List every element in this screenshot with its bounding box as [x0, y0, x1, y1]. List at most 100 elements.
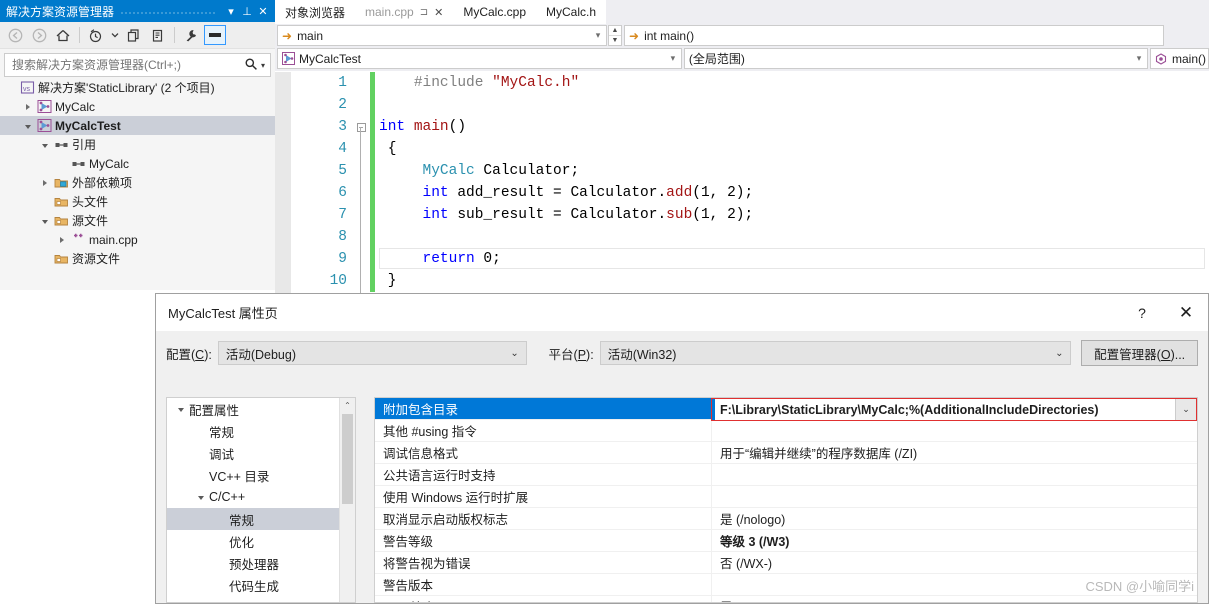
chevron-down-icon-project[interactable]: ▾	[667, 53, 679, 64]
property-value[interactable]: 用于“编辑并继续”的程序数据库 (/ZI)	[712, 443, 1197, 462]
fold-toggle[interactable]: −	[355, 116, 367, 138]
code-line[interactable]	[379, 226, 1209, 248]
spinner-down-icon[interactable]: ▼	[609, 36, 621, 45]
search-dropdown-icon[interactable]: ▾	[258, 61, 267, 70]
help-icon[interactable]: ?	[1120, 294, 1164, 331]
scrollbar-thumb[interactable]	[342, 414, 353, 504]
chevron-down-icon[interactable]	[38, 218, 52, 224]
property-value[interactable]: 是 (/nologo)	[712, 509, 1197, 528]
chevron-down-icon[interactable]: ▾	[223, 2, 239, 20]
property-category-item[interactable]: 代码生成	[167, 574, 340, 596]
code-line[interactable]: int sub_result = Calculator.sub(1, 2);	[379, 204, 1209, 226]
property-category-item[interactable]: VC++ 目录	[167, 464, 340, 486]
chevron-down-icon[interactable]	[193, 494, 209, 500]
solution-tree-item[interactable]: 引用	[0, 135, 275, 154]
property-category-item[interactable]: 常规	[167, 508, 340, 530]
property-category-tree[interactable]: 配置属性常规调试VC++ 目录C/C++常规优化预处理器代码生成语言预编译头输出…	[166, 397, 356, 603]
chevron-down-icon-config[interactable]: ⌄	[506, 348, 524, 359]
code-line[interactable]: int main()	[379, 116, 1209, 138]
config-select[interactable]: 活动(Debug) ⌄	[217, 341, 527, 365]
property-category-item[interactable]: 预处理器	[167, 552, 340, 574]
property-row[interactable]: SDL 检查是 (/sdl)	[375, 596, 1197, 602]
document-tab[interactable]: main.cpp ⊐ ✕	[355, 0, 454, 24]
code-line[interactable]: int add_result = Calculator.add(1, 2);	[379, 182, 1209, 204]
code-line[interactable]	[379, 94, 1209, 116]
code-line[interactable]: {	[379, 138, 1209, 160]
platform-select[interactable]: 活动(Win32) ⌄	[599, 341, 1072, 365]
chevron-down-icon[interactable]: ▾	[592, 30, 604, 41]
solution-tree-item[interactable]: 源文件	[0, 211, 275, 230]
chevron-down-icon-platform[interactable]: ⌄	[1050, 348, 1068, 359]
close-icon[interactable]: ✕	[434, 6, 443, 19]
property-tree-scrollbar[interactable]: ⌃	[339, 398, 355, 602]
navigate-backward-combo[interactable]: ➜ main ▾	[277, 25, 607, 46]
property-category-item[interactable]: 调试	[167, 442, 340, 464]
property-category-item[interactable]: 优化	[167, 530, 340, 552]
chevron-down-icon[interactable]	[21, 123, 35, 129]
sync-with-active-document-icon[interactable]	[123, 25, 145, 45]
pending-changes-icon[interactable]	[85, 25, 107, 45]
chevron-down-icon-editor[interactable]: ⌄	[1175, 399, 1196, 420]
document-tab[interactable]: MyCalc.h	[536, 0, 607, 24]
property-row[interactable]: 警告版本	[375, 574, 1197, 596]
forward-icon[interactable]	[28, 25, 50, 45]
preview-selected-items-icon[interactable]	[204, 25, 226, 45]
scope-combo[interactable]: (全局范围) ▾	[683, 48, 1148, 69]
project-combo[interactable]: MyCalcTest ▾	[277, 48, 682, 69]
property-row[interactable]: 其他 #using 指令	[375, 420, 1197, 442]
close-icon[interactable]: ✕	[255, 2, 271, 20]
scroll-up-icon[interactable]: ⌃	[340, 398, 355, 413]
property-value[interactable]: 否 (/WX-)	[712, 553, 1197, 572]
property-category-item[interactable]: C/C++	[167, 486, 340, 508]
document-tab[interactable]: 对象浏览器	[275, 0, 356, 24]
close-icon[interactable]: ✕	[1164, 294, 1208, 331]
solution-tree-item[interactable]: MyCalcTest	[0, 116, 275, 135]
chevron-right-icon[interactable]	[38, 179, 52, 186]
property-row[interactable]: 警告等级 等级 3 (/W3)	[375, 530, 1197, 552]
solution-tree-item[interactable]: 资源文件	[0, 249, 275, 268]
home-icon[interactable]	[52, 25, 74, 45]
property-row[interactable]: 取消显示启动版权标志是 (/nologo)	[375, 508, 1197, 530]
properties-wrench-icon[interactable]	[180, 25, 202, 45]
search-icon[interactable]	[244, 57, 258, 74]
navigate-forward-combo[interactable]: ➜ int main()	[624, 25, 1164, 46]
collapse-icon[interactable]: −	[356, 122, 366, 132]
property-category-item[interactable]: 常规	[167, 420, 340, 442]
chevron-right-icon[interactable]	[21, 103, 35, 110]
property-row[interactable]: 调试信息格式 用于“编辑并继续”的程序数据库 (/ZI)	[375, 442, 1197, 464]
pin-icon[interactable]: ⊐	[420, 7, 428, 18]
chevron-down-icon[interactable]	[38, 142, 52, 148]
include-directories-value[interactable]: F:\Library\StaticLibrary\MyCalc;%(Additi…	[715, 403, 1175, 417]
chevron-right-icon[interactable]	[55, 236, 69, 243]
property-row[interactable]: 将警告视为错误否 (/WX-)	[375, 552, 1197, 574]
code-line[interactable]: return 0;	[379, 248, 1209, 270]
chevron-down-icon-toolbar[interactable]	[109, 25, 121, 45]
solution-tree-item[interactable]: main.cpp	[0, 230, 275, 249]
solution-tree-item[interactable]: 外部依赖项	[0, 173, 275, 192]
configuration-manager-button[interactable]: 配置管理器(O)...	[1081, 340, 1198, 366]
solution-explorer-search[interactable]: ▾	[4, 53, 271, 77]
nav-spinner[interactable]: ▲ ▼	[608, 25, 622, 46]
solution-tree-item[interactable]: 头文件	[0, 192, 275, 211]
code-line[interactable]: MyCalc Calculator;	[379, 160, 1209, 182]
chevron-down-icon-scope[interactable]: ▾	[1133, 53, 1145, 64]
pin-icon[interactable]: ⊥	[239, 2, 255, 20]
code-line[interactable]: #include "MyCalc.h"	[379, 72, 1209, 94]
property-category-item[interactable]: 语言	[167, 596, 340, 603]
property-grid[interactable]: 附加包含目录 其他 #using 指令 调试信息格式 用于“编辑并继续”的程序数据库 …	[374, 397, 1198, 603]
document-tab[interactable]: MyCalc.cpp	[453, 0, 537, 24]
additional-include-directories-editor[interactable]: F:\Library\StaticLibrary\MyCalc;%(Additi…	[711, 398, 1197, 421]
solution-tree-item[interactable]: vs 解决方案'StaticLibrary' (2 个项目)	[0, 78, 275, 97]
show-all-files-icon[interactable]	[147, 25, 169, 45]
solution-tree-item[interactable]: MyCalc	[0, 154, 275, 173]
search-input[interactable]	[10, 57, 244, 73]
back-icon[interactable]	[4, 25, 26, 45]
property-row[interactable]: 使用 Windows 运行时扩展	[375, 486, 1197, 508]
property-category-item[interactable]: 配置属性	[167, 398, 340, 420]
code-line[interactable]: }	[379, 270, 1209, 292]
member-combo[interactable]: main()	[1149, 48, 1209, 69]
solution-tree-item[interactable]: MyCalc	[0, 97, 275, 116]
property-value[interactable]: 是 (/sdl)	[712, 597, 1197, 602]
property-row[interactable]: 公共语言运行时支持	[375, 464, 1197, 486]
property-value[interactable]: 等级 3 (/W3)	[712, 531, 1197, 550]
